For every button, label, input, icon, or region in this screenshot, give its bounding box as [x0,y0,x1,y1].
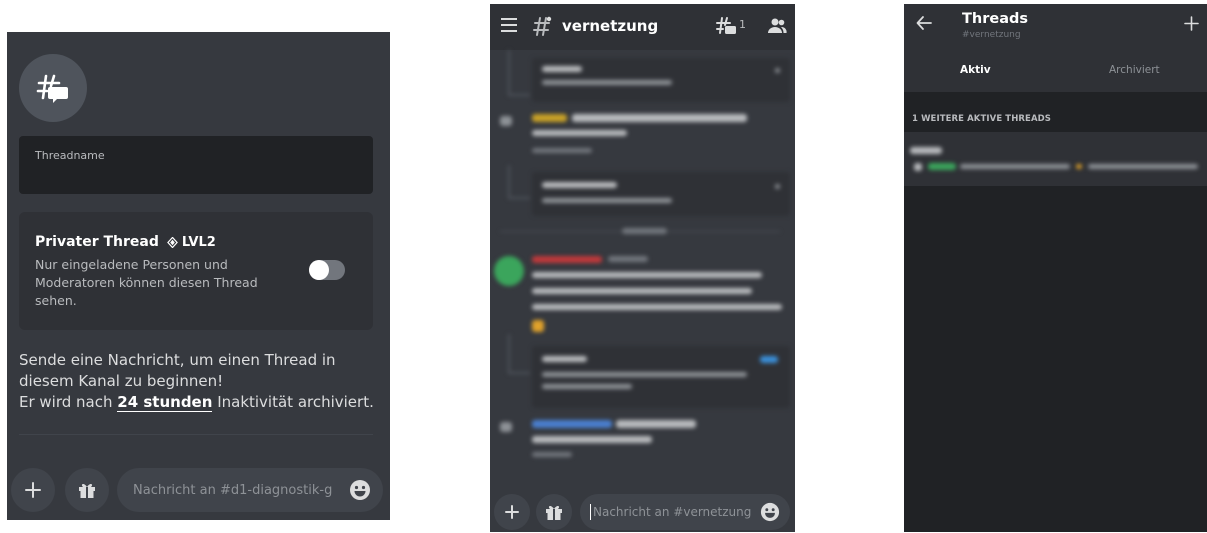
blurred-message-list [490,50,795,490]
gift-icon [79,483,95,498]
message-input-placeholder: Nachricht an #vernetzung [593,505,752,519]
active-threads-section-header: 1 WEITERE AKTIVE THREADS [912,114,1052,124]
blurred-thread-preview [904,132,1207,186]
channel-name: vernetzung [562,17,659,35]
info-line-1: Sende eine Nachricht, um einen Thread in… [19,351,336,390]
private-thread-title: Privater Thread [35,234,159,250]
plus-icon [505,505,519,519]
thread-list-item[interactable] [904,132,1207,186]
emoji-icon[interactable] [760,502,780,522]
boost-level-badge: LVL2 [167,235,216,250]
text-cursor [590,504,591,520]
private-thread-heading: Privater Thread LVL2 [35,234,357,250]
channel-header: vernetzung 1 [490,4,795,50]
message-input[interactable]: Nachricht an #vernetzung [580,494,790,530]
threads-count: 1 [739,18,746,31]
info-suffix: Inaktivität archiviert. [212,393,374,411]
info-prefix: Er wird nach [19,393,118,411]
divider [19,434,373,435]
thread-start-info: Sende eine Nachricht, um einen Thread in… [19,350,381,413]
thread-icon [36,74,68,103]
tab-archived[interactable]: Archiviert [1109,64,1160,76]
threads-icon[interactable] [715,15,737,37]
members-icon[interactable] [767,17,787,35]
boost-level-label: LVL2 [181,234,216,250]
create-thread-panel: Threadname Privater Thread LVL2 Nur eing… [7,32,390,520]
add-attachment-button[interactable] [11,468,55,512]
message-input-placeholder: Nachricht an #d1-diagnostik-g... [133,482,333,498]
gift-button[interactable] [65,468,109,512]
private-thread-toggle[interactable] [309,260,345,280]
gift-icon [546,505,562,520]
add-attachment-button[interactable] [494,494,530,530]
thread-icon-avatar [19,54,87,122]
threads-channel-subtitle: #vernetzung [962,30,1021,40]
private-thread-card: Privater Thread LVL2 Nur eingeladene Per… [19,212,373,330]
gift-button[interactable] [536,494,572,530]
thread-name-input[interactable]: Threadname [19,136,373,194]
plus-icon[interactable] [1184,16,1199,31]
hamburger-icon[interactable] [501,18,517,32]
message-input[interactable]: Nachricht an #d1-diagnostik-g... [117,468,383,512]
private-thread-description: Nur eingeladene Personen und Moderatoren… [35,257,258,308]
message-composer: Nachricht an #d1-diagnostik-g... [11,466,385,514]
threads-header: Threads #vernetzung Aktiv Archiviert [904,4,1207,92]
threads-panel: Threads #vernetzung Aktiv Archiviert 1 W… [904,4,1207,532]
channel-panel: vernetzung 1 Nachricht an #vernetzung [490,4,795,532]
arrow-left-icon[interactable] [916,15,932,31]
boost-gem-icon [167,236,178,248]
emoji-icon[interactable] [349,479,371,501]
message-composer: Nachricht an #vernetzung [490,494,795,530]
thread-name-placeholder: Threadname [35,149,105,162]
threads-title: Threads [962,11,1028,27]
toggle-knob [309,260,329,280]
tab-active[interactable]: Aktiv [960,64,991,76]
archive-duration-link[interactable]: 24 stunden [117,393,213,412]
channel-hash-icon [533,16,552,36]
plus-icon [25,482,41,498]
